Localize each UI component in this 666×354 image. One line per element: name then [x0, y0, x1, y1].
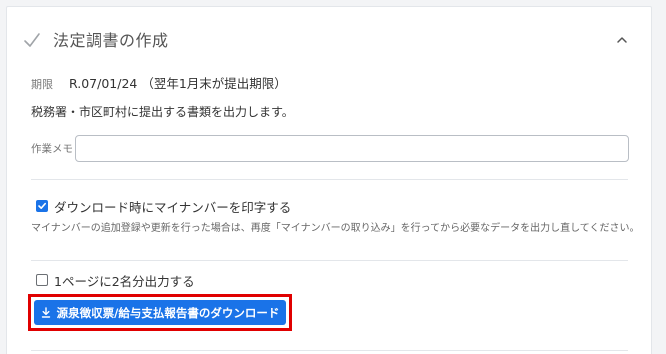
legal-documents-card: 法定調書の作成 期限 R.07/01/24 （翌年1月末が提出期限） 税務署・市…: [6, 6, 652, 354]
deadline-label: 期限: [31, 78, 53, 91]
description-text: 税務署・市区町村に提出する書類を出力します。: [31, 105, 294, 119]
print-my-number-checkbox[interactable]: [36, 200, 48, 212]
page: 法定調書の作成 期限 R.07/01/24 （翌年1月末が提出期限） 税務署・市…: [0, 0, 666, 354]
two-per-page-checkbox[interactable]: [36, 274, 48, 286]
checkmark-icon: [38, 202, 46, 209]
two-per-page-label[interactable]: 1ページに2名分出力する: [54, 271, 195, 290]
download-icon: [41, 307, 50, 318]
memo-label: 作業メモ: [31, 143, 73, 155]
divider: [31, 260, 628, 261]
section-title: 法定調書の作成: [53, 31, 169, 50]
print-my-number-label[interactable]: ダウンロード時にマイナンバーを印字する: [54, 197, 291, 216]
download-withholding-slip-button[interactable]: 源泉徴収票/給与支払報告書のダウンロード: [34, 300, 286, 325]
section-header[interactable]: 法定調書の作成: [7, 7, 651, 67]
divider: [31, 350, 628, 351]
my-number-note: マイナンバーの追加登録や更新を行った場合は、再度「マイナンバーの取り込み」を行っ…: [31, 223, 640, 234]
check-icon: [24, 33, 40, 47]
memo-input[interactable]: [75, 135, 629, 162]
divider: [31, 179, 628, 180]
deadline-value: R.07/01/24 （翌年1月末が提出期限）: [69, 76, 287, 91]
chevron-up-icon[interactable]: [615, 33, 629, 47]
download-button-label: 源泉徴収票/給与支払報告書のダウンロード: [56, 305, 280, 320]
